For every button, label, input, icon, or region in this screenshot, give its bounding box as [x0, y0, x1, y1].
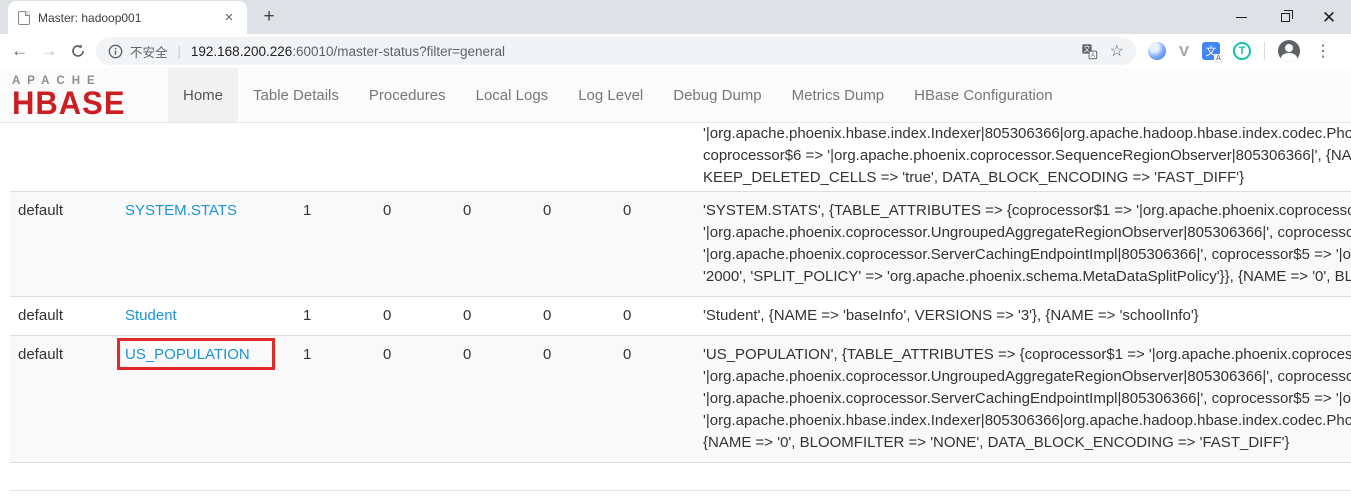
proxy-extension-icon[interactable]: [1148, 42, 1166, 60]
toolbar-divider: [1264, 42, 1265, 60]
url-text: 192.168.200.226:60010/master-status?filt…: [191, 44, 1074, 59]
nav-item-table-details[interactable]: Table Details: [238, 68, 354, 122]
offline-regions-cell: 0: [375, 297, 455, 336]
split-regions-cell: 0: [535, 297, 615, 336]
profile-avatar[interactable]: [1278, 40, 1300, 62]
description-line: 'US_POPULATION', {TABLE_ATTRIBUTES => {c…: [703, 344, 1343, 366]
namespace-cell: default: [10, 336, 117, 463]
nav-item-debug-dump[interactable]: Debug Dump: [658, 68, 776, 122]
logo-hbase-text: HBASE: [12, 88, 168, 120]
omnibox-separator: |: [175, 44, 184, 59]
description-line: '|org.apache.phoenix.coprocessor.Ungroup…: [703, 222, 1343, 244]
security-label: 不安全: [130, 42, 168, 61]
hbase-logo: APACHE HBASE: [0, 68, 168, 122]
vue-devtools-extension-icon[interactable]: V: [1179, 43, 1189, 60]
offline-regions-cell: 0: [375, 192, 455, 297]
nav-item-log-level[interactable]: Log Level: [563, 68, 658, 122]
tampermonkey-extension-icon[interactable]: T: [1233, 42, 1251, 60]
nav-item-home[interactable]: Home: [168, 68, 238, 122]
minimize-icon: [1236, 17, 1247, 18]
table-name-cell: US_POPULATION: [117, 336, 295, 463]
extensions-area: V 文 T ⋮: [1142, 40, 1343, 62]
table-row: default US_POPULATION 1 0 0 0 0 'US_POPU…: [10, 336, 1351, 463]
description-cell: '|org.apache.phoenix.hbase.index.Indexer…: [695, 123, 1351, 192]
nav-item-metrics-dump[interactable]: Metrics Dump: [777, 68, 900, 122]
forward-button[interactable]: →: [37, 38, 60, 64]
table-link-system-stats[interactable]: SYSTEM.STATS: [125, 202, 237, 219]
description-line: 'Student', {NAME => 'baseInfo', VERSIONS…: [703, 305, 1343, 327]
description-line: KEEP_DELETED_CELLS => 'true', DATA_BLOCK…: [703, 167, 1343, 189]
hbase-navbar: APACHE HBASE Home Table Details Procedur…: [0, 68, 1351, 123]
namespace-cell: default: [10, 297, 117, 336]
description-line: {NAME => '0', BLOOMFILTER => 'NONE', DAT…: [703, 432, 1343, 454]
table-name-cell: SYSTEM.STATS: [117, 192, 295, 297]
failed-regions-cell: 0: [455, 297, 535, 336]
close-icon: ✕: [1322, 9, 1336, 26]
description-line: '2000', 'SPLIT_POLICY' => 'org.apache.ph…: [703, 266, 1343, 288]
namespace-cell: default: [10, 192, 117, 297]
description-cell: 'SYSTEM.STATS', {TABLE_ATTRIBUTES => {co…: [695, 192, 1351, 297]
split-regions-cell: 0: [535, 192, 615, 297]
nav-item-procedures[interactable]: Procedures: [354, 68, 461, 122]
browser-tab[interactable]: Master: hadoop001 ×: [8, 1, 247, 34]
page-favicon-icon: [18, 11, 30, 25]
failed-regions-cell: 0: [455, 336, 535, 463]
description-line: '|org.apache.phoenix.coprocessor.Ungroup…: [703, 366, 1343, 388]
table-row: '|org.apache.phoenix.hbase.index.Indexer…: [10, 123, 1351, 192]
table-row: default Student 1 0 0 0 0 'Student', {NA…: [10, 297, 1351, 336]
user-tables-table: '|org.apache.phoenix.hbase.index.Indexer…: [10, 123, 1351, 491]
split-regions-cell: 0: [535, 336, 615, 463]
table-link-us-population[interactable]: US_POPULATION: [125, 346, 250, 363]
tab-title: Master: hadoop001: [38, 11, 213, 25]
url-path: :60010/master-status?filter=general: [292, 44, 505, 59]
nav-item-hbase-configuration[interactable]: HBase Configuration: [899, 68, 1067, 122]
bookmark-star-icon[interactable]: ☆: [1110, 41, 1124, 61]
google-translate-extension-icon[interactable]: 文: [1202, 42, 1220, 60]
window-controls: ✕: [1219, 0, 1351, 34]
description-line: '|org.apache.phoenix.hbase.index.Indexer…: [703, 410, 1343, 432]
description-line: coprocessor$6 => '|org.apache.phoenix.co…: [703, 145, 1343, 167]
translate-page-icon[interactable]: 文 A: [1081, 43, 1098, 60]
info-icon[interactable]: [108, 44, 123, 59]
window-minimize-button[interactable]: [1219, 0, 1263, 34]
browser-toolbar: ← → 不安全 | 192.168.200.226:60010/master-s…: [0, 34, 1351, 68]
description-line: 'SYSTEM.STATS', {TABLE_ATTRIBUTES => {co…: [703, 200, 1343, 222]
other-regions-cell: 0: [615, 192, 695, 297]
table-link-student[interactable]: Student: [125, 307, 177, 324]
offline-regions-cell: 0: [375, 336, 455, 463]
failed-regions-cell: 0: [455, 192, 535, 297]
description-line: '|org.apache.phoenix.coprocessor.ServerC…: [703, 244, 1343, 266]
page-divider: [10, 490, 1351, 491]
other-regions-cell: 0: [615, 297, 695, 336]
window-restore-button[interactable]: [1263, 0, 1307, 34]
online-regions-cell: 1: [295, 336, 375, 463]
table-name-cell: [117, 123, 295, 192]
browser-menu-button[interactable]: ⋮: [1313, 41, 1337, 61]
online-regions-cell: 1: [295, 192, 375, 297]
window-close-button[interactable]: ✕: [1307, 0, 1351, 34]
description-cell: 'US_POPULATION', {TABLE_ATTRIBUTES => {c…: [695, 336, 1351, 463]
new-tab-button[interactable]: +: [255, 3, 283, 31]
address-bar[interactable]: 不安全 | 192.168.200.226:60010/master-statu…: [96, 37, 1136, 65]
other-regions-cell: 0: [615, 336, 695, 463]
description-line: '|org.apache.phoenix.hbase.index.Indexer…: [703, 123, 1343, 145]
table-name-cell: Student: [117, 297, 295, 336]
online-regions-cell: 1: [295, 297, 375, 336]
restore-icon: [1281, 13, 1290, 22]
back-button[interactable]: ←: [8, 38, 31, 64]
browser-tab-bar: Master: hadoop001 × + ✕: [0, 0, 1351, 34]
description-line: '|org.apache.phoenix.coprocessor.ServerC…: [703, 388, 1343, 410]
hbase-nav-links: Home Table Details Procedures Local Logs…: [168, 68, 1068, 122]
reload-button[interactable]: [67, 38, 90, 64]
tab-close-icon[interactable]: ×: [221, 9, 237, 26]
description-cell: 'Student', {NAME => 'baseInfo', VERSIONS…: [695, 297, 1351, 336]
table-row: default SYSTEM.STATS 1 0 0 0 0 'SYSTEM.S…: [10, 192, 1351, 297]
nav-item-local-logs[interactable]: Local Logs: [461, 68, 564, 122]
namespace-cell: [10, 123, 117, 192]
reload-icon: [70, 43, 86, 59]
url-host: 192.168.200.226: [191, 44, 292, 59]
